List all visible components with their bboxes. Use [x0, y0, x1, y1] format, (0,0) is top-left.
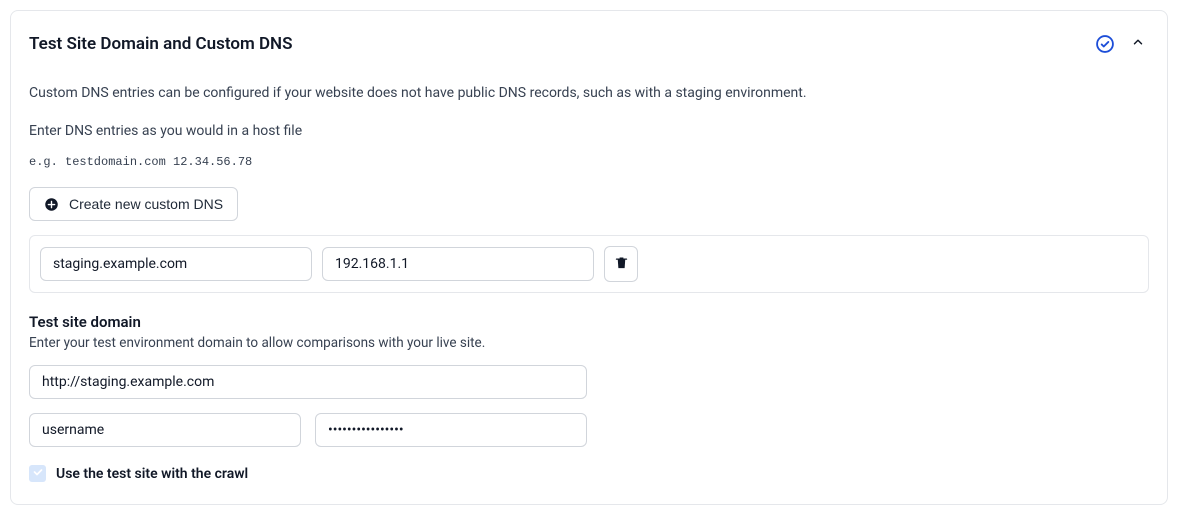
plus-circle-icon: [44, 197, 59, 212]
header-actions: [1095, 31, 1149, 56]
dns-entry-row: [29, 235, 1149, 293]
check-circle-icon: [1095, 34, 1115, 54]
create-dns-button[interactable]: Create new custom DNS: [29, 187, 238, 221]
test-site-url-input[interactable]: [29, 365, 587, 399]
dns-domain-input[interactable]: [40, 247, 312, 281]
panel-title: Test Site Domain and Custom DNS: [29, 34, 292, 54]
dns-panel: Test Site Domain and Custom DNS Custom D…: [10, 10, 1168, 505]
chevron-up-icon: [1131, 35, 1145, 52]
use-test-site-checkbox[interactable]: [29, 465, 46, 482]
use-test-site-row: Use the test site with the crawl: [29, 465, 1149, 482]
description-text: Custom DNS entries can be configured if …: [29, 84, 1149, 104]
example-text: e.g. testdomain.com 12.34.56.78: [29, 155, 1149, 169]
test-site-label: Test site domain: [29, 313, 1149, 331]
delete-dns-button[interactable]: [604, 246, 638, 282]
username-input[interactable]: [29, 413, 301, 447]
test-site-help: Enter your test environment domain to al…: [29, 335, 1149, 351]
trash-icon: [614, 255, 629, 273]
check-icon: [32, 466, 44, 482]
create-dns-button-label: Create new custom DNS: [69, 196, 223, 212]
credentials-row: [29, 413, 1149, 447]
dns-ip-input[interactable]: [322, 247, 594, 281]
use-test-site-label: Use the test site with the crawl: [56, 466, 248, 482]
instruction-text: Enter DNS entries as you would in a host…: [29, 122, 1149, 142]
panel-header: Test Site Domain and Custom DNS: [29, 31, 1149, 56]
collapse-button[interactable]: [1127, 31, 1149, 56]
password-input[interactable]: [315, 413, 587, 447]
